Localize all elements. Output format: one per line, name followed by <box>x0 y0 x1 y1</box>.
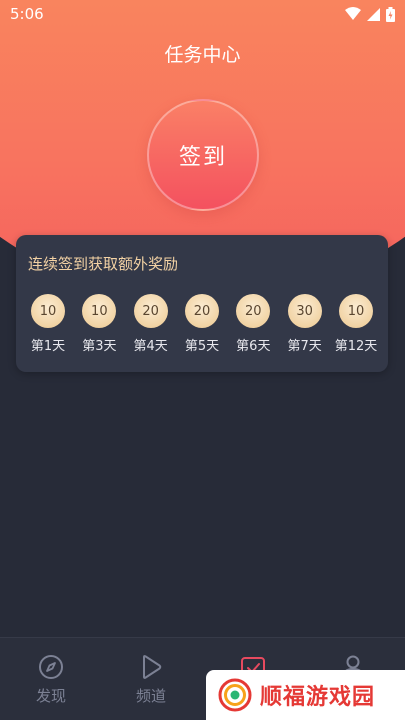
reward-item-day-12: 10 第12天 <box>334 294 378 354</box>
reward-day-label: 第1天 <box>30 339 66 354</box>
page-title: 任务中心 <box>164 44 241 66</box>
reward-day-label: 第6天 <box>236 339 271 354</box>
reward-item-day-6: 20 第6天 <box>231 294 275 354</box>
reward-day-label: 第5天 <box>184 339 220 354</box>
wifi-icon <box>345 7 361 20</box>
reward-item-day-4: 20 第4天 <box>129 294 173 354</box>
reward-coin: 10 <box>338 294 373 328</box>
reward-item-day-7: 30 第7天 <box>283 294 327 354</box>
reward-coin: 30 <box>287 294 322 328</box>
reward-coin: 10 <box>82 294 117 328</box>
play-icon <box>143 655 162 679</box>
reward-coin: 20 <box>184 294 219 328</box>
reward-item-day-5: 20 第5天 <box>180 294 224 354</box>
nav-item-discover[interactable]: 发现 <box>21 654 81 706</box>
nav-item-channel[interactable]: 频道 <box>121 654 181 706</box>
reward-item-day-3: 10 第3天 <box>77 294 121 354</box>
battery-icon <box>386 6 395 22</box>
signin-button[interactable]: 签到 <box>147 99 259 211</box>
reward-day-label: 第3天 <box>82 339 117 354</box>
reward-day-label: 第4天 <box>133 339 168 354</box>
nav-label-discover: 发现 <box>35 687 66 705</box>
watermark-logo-icon <box>218 678 252 712</box>
compass-icon <box>39 655 63 679</box>
reward-list: 10 第1天 10 第3天 20 第4天 20 第5天 20 第6天 30 第7… <box>26 294 378 354</box>
watermark-text: 顺福游戏园 <box>260 685 376 710</box>
watermark-banner: 顺福游戏园 <box>206 670 405 720</box>
reward-card-title: 连续签到获取额外奖励 <box>28 255 179 273</box>
reward-item-day-1: 10 第1天 <box>26 294 70 354</box>
status-time: 5:06 <box>10 5 44 23</box>
streak-reward-card: 连续签到获取额外奖励 10 第1天 10 第3天 20 第4天 20 第5天 2… <box>16 235 388 372</box>
signal-icon <box>367 7 380 21</box>
reward-day-label: 第12天 <box>334 339 378 354</box>
reward-coin: 20 <box>133 294 168 328</box>
status-bar: 5:06 <box>0 0 405 28</box>
reward-coin: 20 <box>236 294 271 328</box>
reward-coin: 10 <box>31 294 65 328</box>
status-icons <box>345 6 395 22</box>
reward-day-label: 第7天 <box>287 339 322 354</box>
nav-label-channel: 频道 <box>135 687 166 705</box>
